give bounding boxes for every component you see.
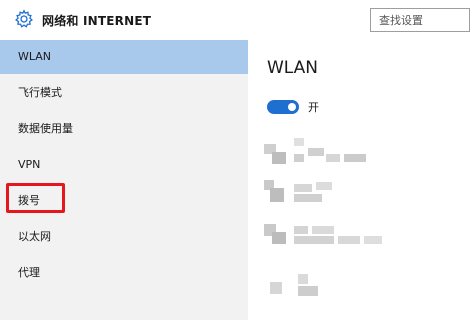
wlan-toggle[interactable] <box>267 100 299 114</box>
network-item[interactable] <box>264 180 464 220</box>
sidebar: WLAN 飞行模式 数据使用量 VPN 拨号 以太网 代理 <box>0 40 248 320</box>
header-bar: 网络和 INTERNET <box>0 0 470 40</box>
network-item[interactable] <box>264 138 464 178</box>
sidebar-item-vpn[interactable]: VPN <box>0 148 248 182</box>
sidebar-item-wlan[interactable]: WLAN <box>0 40 248 74</box>
sidebar-item-data-usage[interactable]: 数据使用量 <box>0 112 248 146</box>
sidebar-item-proxy[interactable]: 代理 <box>0 256 248 290</box>
page-title: 网络和 INTERNET <box>42 14 152 28</box>
network-item[interactable] <box>264 272 464 312</box>
sidebar-item-airplane-mode[interactable]: 飞行模式 <box>0 76 248 110</box>
sidebar-item-ethernet[interactable]: 以太网 <box>0 220 248 254</box>
content-title: WLAN <box>267 58 319 78</box>
toggle-state-label: 开 <box>308 101 319 114</box>
network-item[interactable] <box>264 220 464 260</box>
toggle-knob <box>288 103 296 111</box>
gear-icon <box>15 9 33 28</box>
main-content: WLAN 开 <box>248 40 470 320</box>
annotation-highlight-box <box>6 183 65 213</box>
search-input[interactable] <box>370 8 470 32</box>
